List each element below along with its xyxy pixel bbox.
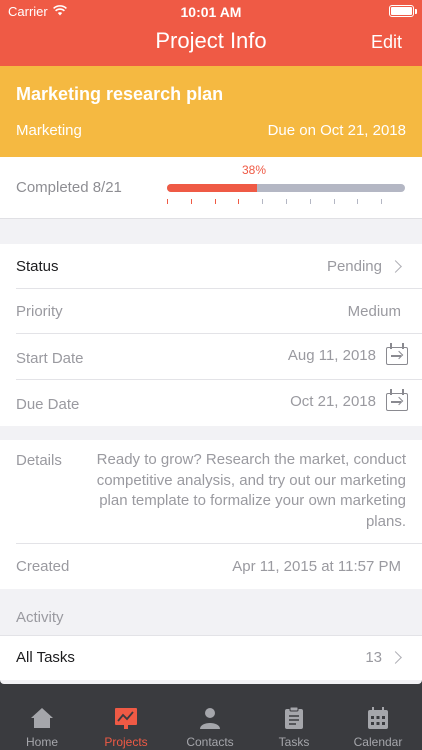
tab-label: Home xyxy=(25,735,58,749)
project-due-date: Due on Oct 21, 2018 xyxy=(267,122,406,139)
tab-contacts[interactable]: Contacts xyxy=(168,700,252,750)
start-date-label: Start Date xyxy=(16,350,84,367)
tab-calendar[interactable]: Calendar xyxy=(336,700,420,750)
edit-button[interactable]: Edit xyxy=(371,32,402,53)
activity-section-header: Activity xyxy=(0,589,422,635)
created-label: Created xyxy=(16,558,70,575)
progress-tick xyxy=(190,199,192,204)
start-date-row[interactable]: Start Date Aug 11, 2018 xyxy=(0,334,422,380)
home-icon xyxy=(31,708,53,728)
progress-tick xyxy=(262,199,264,204)
activity-header: Activity xyxy=(16,609,64,626)
tasks-icon xyxy=(285,706,303,729)
tab-home[interactable]: Home xyxy=(0,700,84,750)
progress-tick xyxy=(357,199,359,204)
start-date-value: Aug 11, 2018 xyxy=(287,347,376,364)
tab-bar: Home Projects Contacts Tasks Calendar xyxy=(0,700,422,750)
progress-tick xyxy=(286,199,287,204)
tab-label: Contacts xyxy=(186,735,234,749)
calendar-out-icon[interactable] xyxy=(386,389,408,411)
contacts-icon xyxy=(200,708,220,729)
due-date-row[interactable]: Due Date Oct 21, 2018 xyxy=(0,380,422,426)
list-bottom xyxy=(0,680,422,684)
tab-label: Projects xyxy=(104,735,148,749)
project-header: Marketing research plan Marketing Due on… xyxy=(0,66,422,157)
created-value: Apr 11, 2015 at 11:57 PM xyxy=(232,558,401,575)
details-text: Ready to grow? Research the market, cond… xyxy=(96,451,406,530)
progress-tick xyxy=(238,199,240,204)
progress-tick xyxy=(167,199,168,204)
calendar-icon xyxy=(368,707,388,729)
tab-projects[interactable]: Projects xyxy=(84,700,168,750)
priority-label: Priority xyxy=(16,303,63,320)
details-label: Details xyxy=(16,452,62,469)
progress-ticks xyxy=(167,199,405,205)
section-gap xyxy=(0,219,422,244)
projects-icon xyxy=(115,708,137,729)
page-title: Project Info xyxy=(155,28,267,53)
progress-track xyxy=(167,184,405,192)
completed-label: Completed 8/21 xyxy=(16,179,122,196)
calendar-in-icon[interactable] xyxy=(386,343,408,365)
all-tasks-row[interactable]: All Tasks 13 xyxy=(0,635,422,680)
project-category: Marketing xyxy=(16,122,82,139)
progress-tick xyxy=(214,199,216,204)
status-bar: Carrier 10:01 AM xyxy=(0,0,422,22)
chevron-right-icon xyxy=(389,651,402,664)
section-gap xyxy=(0,426,422,440)
progress-fill xyxy=(167,184,258,192)
tab-label: Tasks xyxy=(278,735,310,749)
navigation-bar: Project Info Edit xyxy=(0,22,422,66)
details-row: Details Ready to grow? Research the mark… xyxy=(0,440,422,544)
all-tasks-count: 13 xyxy=(365,649,382,666)
progress-tick xyxy=(333,199,335,204)
created-row: Created Apr 11, 2015 at 11:57 PM xyxy=(0,544,422,589)
status-row[interactable]: Status Pending xyxy=(0,244,422,289)
tab-label: Calendar xyxy=(353,735,403,749)
clock: 10:01 AM xyxy=(180,4,242,20)
battery-icon xyxy=(389,5,417,17)
status-label: Status xyxy=(16,258,59,275)
all-tasks-label: All Tasks xyxy=(16,649,75,666)
progress-tick xyxy=(381,199,383,204)
progress-row: Completed 8/21 38% xyxy=(0,157,422,219)
progress-percent: 38% xyxy=(242,163,267,177)
tab-tasks[interactable]: Tasks xyxy=(252,700,336,750)
status-value: Pending xyxy=(326,258,382,275)
due-date-value: Oct 21, 2018 xyxy=(290,393,376,410)
progress-tick xyxy=(309,199,311,204)
chevron-right-icon xyxy=(389,260,402,273)
due-date-label: Due Date xyxy=(16,396,80,413)
priority-value: Medium xyxy=(347,303,401,320)
priority-row[interactable]: Priority Medium xyxy=(0,289,422,334)
project-name: Marketing research plan xyxy=(16,84,224,104)
